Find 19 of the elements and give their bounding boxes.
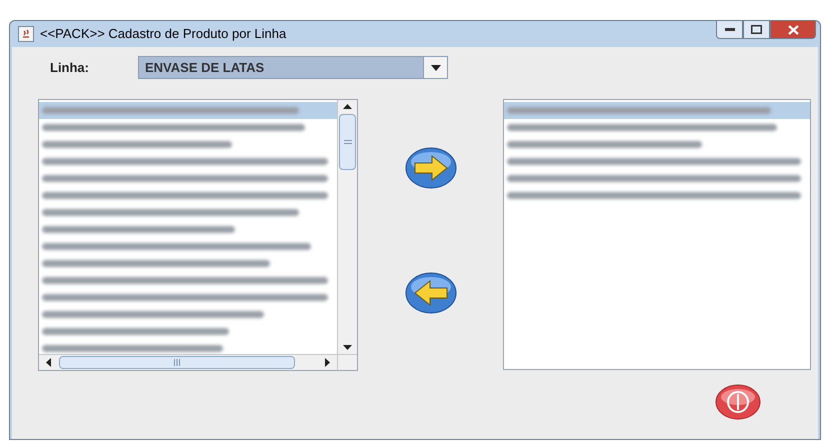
scroll-thumb[interactable] (339, 114, 356, 170)
linha-dropdown[interactable]: ENVASE DE LATAS (138, 56, 448, 79)
linha-label: Linha: (50, 58, 90, 77)
dropdown-arrow-icon (430, 64, 440, 70)
vertical-scrollbar[interactable] (337, 100, 357, 354)
assigned-product-list[interactable] (503, 99, 811, 370)
maximize-button[interactable] (743, 21, 770, 39)
maximize-icon (751, 25, 762, 34)
remove-arrow-button[interactable] (404, 272, 456, 314)
window-title: <<PACK>> Cadastro de Produto por Linha (40, 25, 286, 44)
horizontal-scroll-thumb[interactable] (59, 356, 295, 369)
add-arrow-button[interactable] (404, 147, 456, 189)
minimize-button[interactable] (716, 21, 743, 39)
power-button[interactable] (715, 384, 761, 420)
list-item[interactable] (504, 102, 810, 119)
close-icon (788, 24, 798, 34)
minimize-icon (724, 28, 734, 32)
close-button[interactable] (770, 21, 816, 39)
java-app-icon (18, 26, 34, 42)
